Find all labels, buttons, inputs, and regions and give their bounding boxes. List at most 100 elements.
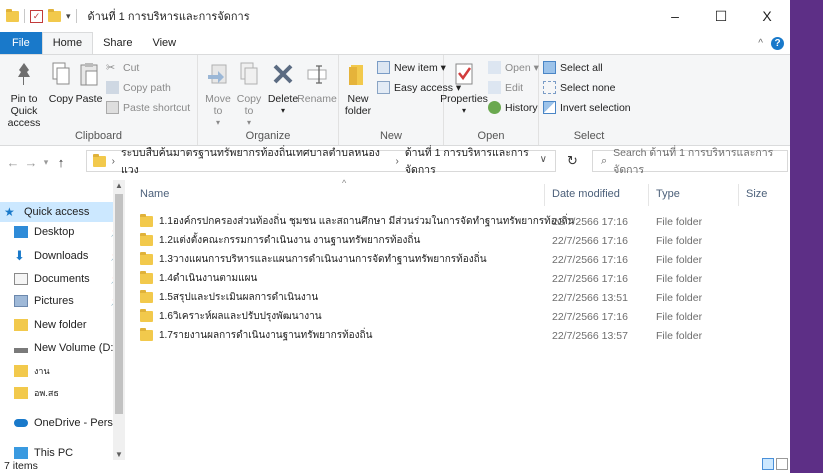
maximize-button[interactable]: ☐	[698, 0, 744, 32]
new-folder-button[interactable]: New folder	[341, 59, 375, 117]
chevron-right-icon[interactable]: ›	[112, 156, 115, 167]
refresh-icon[interactable]: ↻	[567, 153, 578, 169]
details-view-icon[interactable]	[762, 458, 774, 470]
pin-to-quick-access-button[interactable]: Pin to Quick access	[2, 59, 46, 129]
table-row[interactable]: 1.6วิเคราะห์ผลและปรับปรุงพัฒนางาน 22/7/2…	[126, 307, 790, 326]
quick-access-toolbar-dropdown-icon[interactable]: ▾	[66, 11, 71, 22]
table-row[interactable]: 1.7รายงานผลการดำเนินงานฐานทรัพยากรท้องถิ…	[126, 326, 790, 345]
large-icons-view-icon[interactable]	[776, 458, 788, 470]
nav-item-quick-access[interactable]: ★ Quick access	[0, 202, 116, 222]
history-button[interactable]: History	[488, 101, 538, 114]
pc-icon	[14, 447, 28, 459]
nav-scrollbar[interactable]: ▲ ▼	[113, 180, 125, 460]
invert-selection-button[interactable]: Invert selection	[543, 101, 631, 114]
dropdown-arrow-icon: ▾	[461, 106, 466, 115]
move-to-button[interactable]: Move to ▾	[202, 59, 234, 129]
file-type: File folder	[656, 234, 703, 247]
paste-shortcut-button[interactable]: Paste shortcut	[106, 101, 190, 114]
new-folder-label: New folder	[344, 93, 372, 117]
address-dropdown-chevron-icon[interactable]: ∨	[540, 154, 547, 165]
column-divider[interactable]	[648, 184, 649, 206]
column-divider[interactable]	[544, 184, 545, 206]
cut-button[interactable]: ✂ Cut	[106, 61, 139, 75]
address-bar[interactable]: › ระบบสืบค้นมาตรฐานทรัพยากรท้องถิ่นเทศบา…	[86, 147, 556, 176]
copy-to-button[interactable]: Copy to ▾	[234, 59, 264, 129]
nav-item-new-folder[interactable]: New folder	[0, 315, 126, 335]
nav-item-this-pc[interactable]: This PC	[0, 443, 126, 460]
delete-button[interactable]: Delete ▾	[268, 59, 298, 117]
nav-item-label: New folder	[34, 319, 87, 331]
help-icon[interactable]: ?	[771, 36, 784, 50]
search-input[interactable]: ⌕ Search ด้านที่ 1 การบริหารและการจัดการ	[592, 147, 788, 176]
nav-item-pictures[interactable]: Pictures 📌	[0, 291, 126, 311]
column-header-size[interactable]: Size	[746, 188, 767, 200]
nav-item-onedrive[interactable]: OneDrive - Persor	[0, 413, 126, 433]
breadcrumb-item[interactable]: ด้านที่ 1 การบริหารและการจัดการ	[405, 144, 555, 178]
paste-shortcut-label: Paste shortcut	[123, 101, 191, 114]
open-button[interactable]: Open ▾	[488, 61, 539, 74]
nav-item-label: งาน	[34, 366, 50, 376]
new-folder-quick-icon[interactable]	[48, 8, 61, 22]
item-count: 7 items	[4, 460, 38, 472]
column-divider[interactable]	[738, 184, 739, 206]
file-name: 1.2แต่งตั้งคณะกรรมการดำเนินงาน งานฐานทรั…	[159, 235, 421, 246]
table-row[interactable]: 1.4ดำเนินงานตามแผน 22/7/2566 17:16 File …	[126, 269, 790, 288]
tab-view[interactable]: View	[142, 32, 186, 54]
clipboard-group-label: Clipboard	[74, 130, 123, 142]
edit-button[interactable]: Edit	[488, 81, 523, 94]
new-item-button[interactable]: New item ▾	[377, 61, 446, 74]
nav-item-folder-ops[interactable]: อพ.สธ	[0, 383, 126, 403]
select-group-label: Select	[573, 130, 605, 142]
breadcrumb-item[interactable]: ระบบสืบค้นมาตรฐานทรัพยากรท้องถิ่นเทศบาลต…	[121, 144, 390, 178]
pin-label: Pin to Quick access	[7, 93, 41, 129]
table-row[interactable]: 1.3วางแผนการบริหารและแผนการดำเนินงานการจ…	[126, 250, 790, 269]
scrollbar-thumb[interactable]	[115, 194, 123, 414]
column-header-type[interactable]: Type	[656, 188, 680, 200]
nav-item-desktop[interactable]: Desktop 📌	[0, 222, 126, 242]
table-row[interactable]: 1.5สรุปและประเมินผลการดำเนินงาน 22/7/256…	[126, 288, 790, 307]
select-none-button[interactable]: Select none	[543, 81, 615, 94]
forward-arrow-icon[interactable]: →	[22, 155, 40, 170]
nav-item-downloads[interactable]: ⬇ Downloads 📌	[0, 246, 126, 266]
back-arrow-icon[interactable]: ←	[4, 155, 22, 170]
close-button[interactable]: X	[744, 0, 790, 32]
tab-home[interactable]: Home	[41, 32, 94, 54]
star-icon: ★	[4, 205, 15, 219]
file-name: 1.6วิเคราะห์ผลและปรับปรุงพัฒนางาน	[159, 311, 322, 322]
paste-button[interactable]: Paste	[76, 59, 102, 105]
scissors-icon: ✂	[106, 62, 116, 74]
ribbon: Pin to Quick access Copy Paste ✂ Cut Cop…	[0, 54, 790, 146]
properties-button[interactable]: Properties ▾	[440, 59, 488, 117]
column-header-date-modified[interactable]: Date modified	[552, 188, 620, 200]
nav-item-documents[interactable]: Documents 📌	[0, 269, 126, 289]
copy-path-button[interactable]: Copy path	[106, 81, 171, 94]
select-all-button[interactable]: Select all	[543, 61, 603, 74]
minimize-button[interactable]: –	[652, 0, 698, 32]
copy-icon	[46, 59, 76, 89]
scroll-down-arrow-icon[interactable]: ▼	[113, 450, 125, 459]
select-none-icon	[543, 81, 556, 94]
nav-item-new-volume[interactable]: New Volume (D:	[0, 338, 126, 358]
up-arrow-icon[interactable]: ↑	[52, 155, 70, 170]
drive-icon	[14, 347, 28, 353]
recent-locations-chevron-icon[interactable]: ▾	[40, 157, 52, 168]
dropdown-arrow-icon: ▾	[280, 106, 285, 115]
tab-share[interactable]: Share	[93, 32, 142, 54]
rename-button[interactable]: Rename	[297, 59, 337, 105]
column-header-name[interactable]: Name	[140, 188, 169, 200]
nav-item-folder-work[interactable]: งาน	[0, 361, 126, 381]
navigation-pane: ★ Quick access Desktop 📌 ⬇ Downloads 📌 D…	[0, 180, 126, 460]
copy-button[interactable]: Copy	[48, 59, 74, 105]
properties-check-icon[interactable]: ✓	[30, 9, 43, 23]
rename-label: Rename	[297, 93, 337, 105]
collapse-ribbon-chevron-icon[interactable]: ^	[758, 38, 763, 49]
desktop-icon	[14, 226, 28, 238]
chevron-right-icon[interactable]: ›	[396, 156, 399, 167]
folder-icon	[140, 309, 153, 322]
file-type: File folder	[656, 291, 703, 304]
table-row[interactable]: 1.2แต่งตั้งคณะกรรมการดำเนินงาน งานฐานทรั…	[126, 231, 790, 250]
tab-file[interactable]: File	[0, 32, 42, 54]
folder-icon	[14, 365, 28, 377]
scroll-up-arrow-icon[interactable]: ▲	[113, 181, 125, 190]
table-row[interactable]: 1.1องค์กรปกครองส่วนท้องถิ่น ชุมชน และสถา…	[126, 212, 790, 231]
